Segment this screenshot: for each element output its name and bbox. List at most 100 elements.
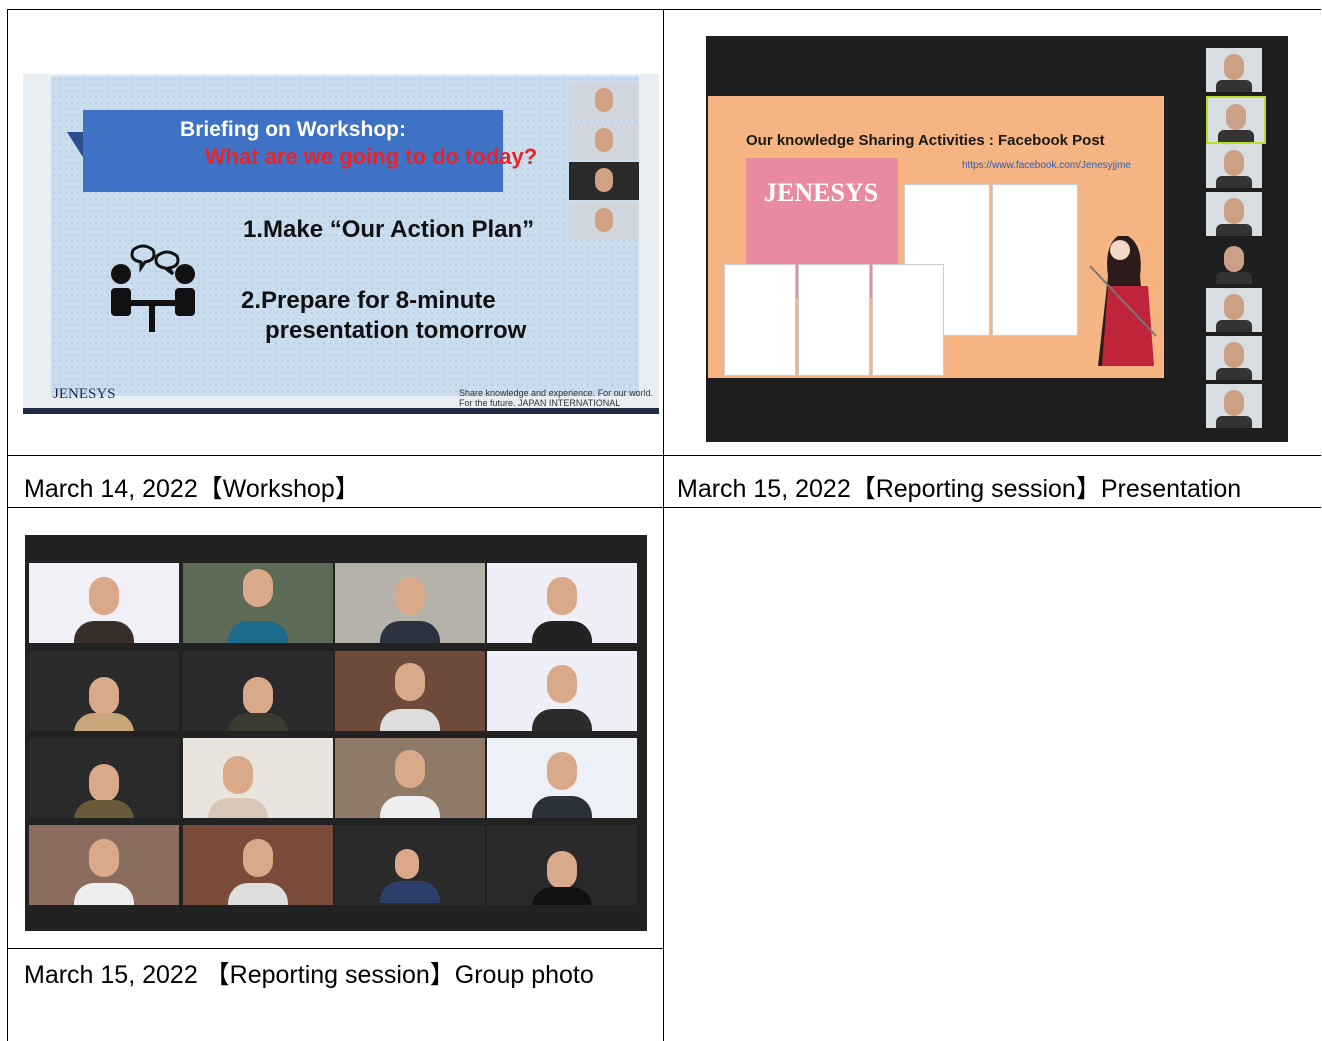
participant-face bbox=[1224, 246, 1244, 272]
participant-face bbox=[547, 577, 577, 615]
participant-tile bbox=[1206, 48, 1262, 92]
participant-body bbox=[380, 796, 440, 818]
zoom-bottom-bar bbox=[23, 408, 659, 414]
table-row-divider-3 bbox=[7, 948, 664, 949]
facebook-post-card bbox=[992, 184, 1078, 336]
facebook-post-card bbox=[872, 264, 944, 376]
participant-face bbox=[395, 849, 419, 879]
participant-body bbox=[532, 621, 592, 643]
facebook-post-card bbox=[724, 264, 796, 376]
gallery-tile bbox=[29, 563, 179, 643]
participant-tile bbox=[1206, 384, 1262, 428]
gallery-tile bbox=[487, 825, 637, 905]
participant-thumbnail bbox=[569, 82, 639, 120]
slide-bullet-2: 2.Prepare for 8-minute presentation tomo… bbox=[241, 286, 526, 346]
gallery-tile bbox=[335, 825, 485, 905]
participant-body bbox=[380, 709, 440, 731]
caption-workshop: March 14, 2022【Workshop】 bbox=[24, 475, 360, 503]
table-border-left bbox=[7, 9, 8, 1041]
group-photo-gallery bbox=[25, 535, 647, 931]
participant-face bbox=[243, 677, 273, 715]
gallery-tile bbox=[487, 651, 637, 731]
participant-face bbox=[89, 577, 119, 615]
participant-tile bbox=[1206, 240, 1262, 284]
participant-face bbox=[243, 839, 273, 877]
gallery-tile bbox=[183, 825, 333, 905]
participant-thumbnail bbox=[569, 122, 639, 160]
participant-body bbox=[208, 798, 268, 818]
participant-body bbox=[380, 621, 440, 643]
slide-bullet-1: 1.Make “Our Action Plan” bbox=[243, 216, 535, 243]
participant-tile bbox=[1206, 96, 1266, 144]
participant-face bbox=[223, 756, 253, 794]
workshop-screenshot: Briefing on Workshop: What are we going … bbox=[23, 48, 659, 414]
facebook-link: https://www.facebook.com/Jenesyjjme bbox=[962, 160, 1131, 171]
gallery-tile bbox=[29, 651, 179, 731]
participant-face bbox=[595, 128, 613, 152]
participant-face bbox=[1224, 198, 1244, 224]
participant-body bbox=[74, 800, 134, 818]
zoom-top-bar bbox=[23, 48, 659, 74]
participant-body bbox=[1216, 80, 1252, 92]
participant-thumbnail bbox=[569, 162, 639, 200]
shared-screen: Our knowledge Sharing Activities : Faceb… bbox=[708, 96, 1164, 378]
participant-body bbox=[228, 883, 288, 905]
participant-body bbox=[228, 621, 288, 643]
gallery-tile bbox=[335, 563, 485, 643]
caption-group-photo: March 15, 2022 【Reporting session】Group … bbox=[24, 961, 594, 989]
participant-face bbox=[547, 851, 577, 889]
participant-face bbox=[595, 88, 613, 112]
participant-face bbox=[89, 677, 119, 715]
slide-title-line2: What are we going to do today? bbox=[204, 144, 538, 169]
gallery-tile bbox=[183, 563, 333, 643]
participant-face bbox=[395, 750, 425, 788]
participant-thumbnails bbox=[569, 82, 639, 242]
table-border-top bbox=[7, 9, 1321, 10]
participant-tile bbox=[1206, 144, 1262, 188]
participant-face bbox=[1224, 54, 1244, 80]
gallery-tile bbox=[183, 651, 333, 731]
slide-bullet-2-line1: 2.Prepare for 8-minute bbox=[241, 287, 496, 314]
participant-tile bbox=[1206, 288, 1262, 332]
participant-panel bbox=[1184, 44, 1284, 442]
slide-title-line1: Briefing on Workshop: bbox=[180, 118, 406, 141]
participant-body bbox=[1216, 416, 1252, 428]
gallery-tile bbox=[487, 738, 637, 818]
gallery-tile bbox=[335, 651, 485, 731]
participant-body bbox=[1216, 224, 1252, 236]
participant-face bbox=[1224, 390, 1244, 416]
gallery-tile bbox=[487, 563, 637, 643]
participant-body bbox=[532, 796, 592, 818]
participant-thumbnail bbox=[569, 202, 639, 240]
samurai-illustration bbox=[1089, 236, 1157, 366]
facebook-post-card bbox=[798, 264, 870, 376]
participant-body bbox=[380, 881, 440, 903]
participant-body bbox=[74, 713, 134, 731]
participant-body bbox=[74, 621, 134, 643]
participant-face bbox=[595, 208, 613, 232]
participant-face bbox=[395, 577, 425, 615]
gallery-tile bbox=[183, 738, 333, 818]
participant-tile bbox=[1206, 192, 1262, 236]
participant-body bbox=[74, 883, 134, 905]
table-border-middle bbox=[663, 9, 664, 1041]
participant-face bbox=[547, 665, 577, 703]
participant-body bbox=[1216, 176, 1252, 188]
participant-face bbox=[547, 752, 577, 790]
participant-body bbox=[532, 709, 592, 731]
gallery-tile bbox=[29, 738, 179, 818]
participant-body bbox=[532, 887, 592, 905]
participant-face bbox=[395, 663, 425, 701]
meeting-people-icon bbox=[111, 244, 195, 332]
gallery-tile bbox=[29, 825, 179, 905]
presentation-screenshot: Our knowledge Sharing Activities : Faceb… bbox=[706, 36, 1288, 442]
participant-face bbox=[595, 168, 613, 192]
jenesys-banner-text: JENESYS bbox=[764, 178, 879, 207]
caption-presentation: March 15, 2022【Reporting session】Present… bbox=[677, 475, 1242, 503]
participant-tile bbox=[1206, 336, 1262, 380]
participant-face bbox=[1224, 342, 1244, 368]
participant-face bbox=[243, 569, 273, 607]
participant-body bbox=[228, 713, 288, 731]
slide-bullet-2-line2: presentation tomorrow bbox=[265, 317, 527, 344]
shared-slide-title: Our knowledge Sharing Activities : Faceb… bbox=[746, 132, 1105, 149]
